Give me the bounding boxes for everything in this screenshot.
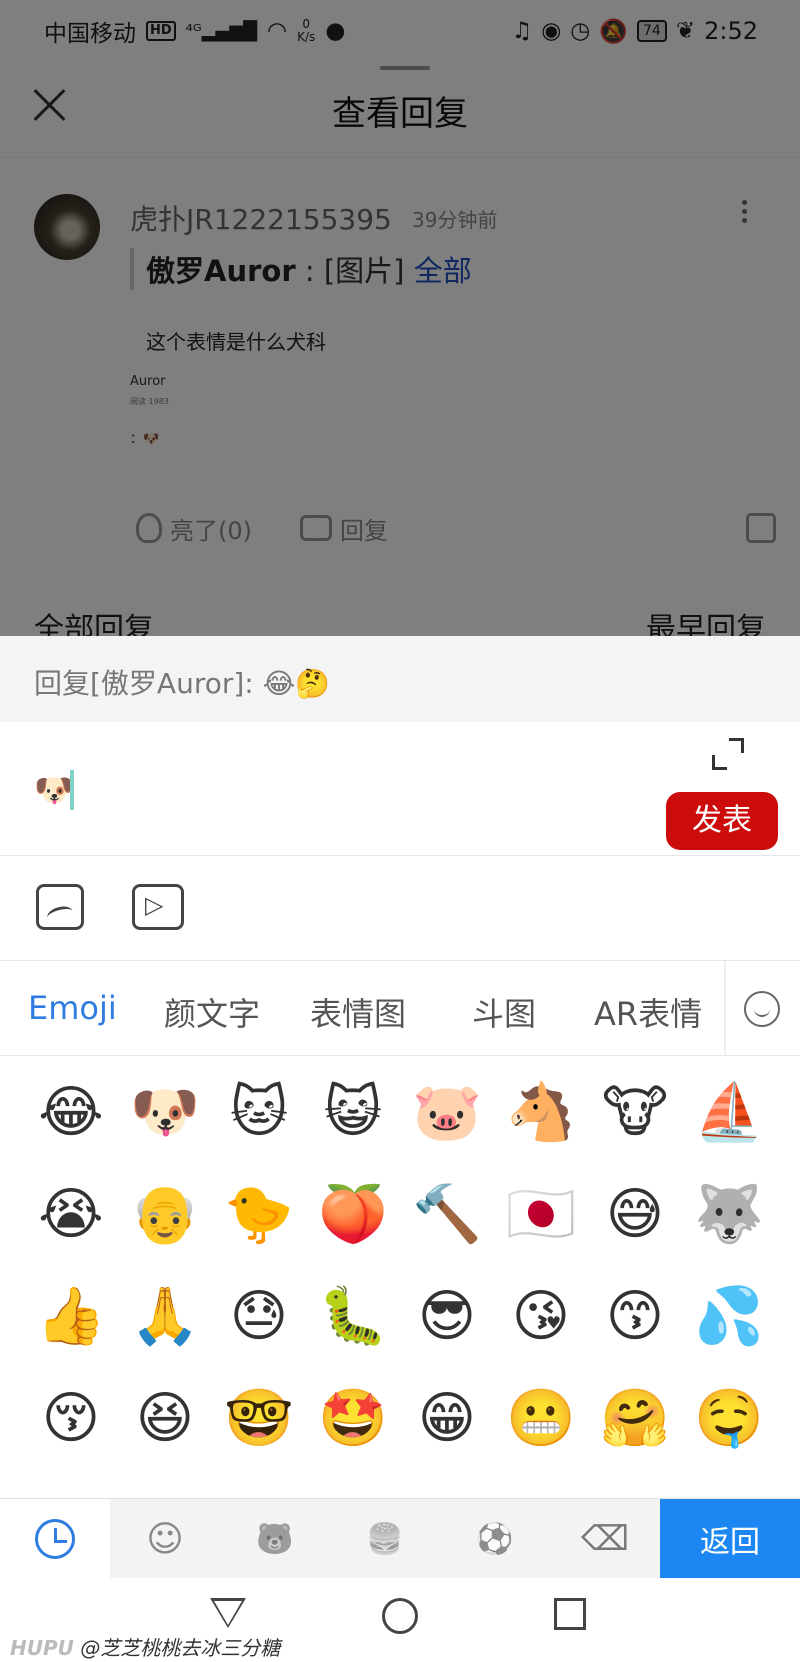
media-toolbar [0, 856, 800, 960]
tab-stickers[interactable]: 表情图 [310, 989, 406, 1035]
emoji-item[interactable]: 😙 [588, 1266, 682, 1368]
emoji-item[interactable]: 👴 [118, 1164, 212, 1266]
reply-target-label: 回复[傲罗Auror]: 😂🤔 [0, 636, 800, 722]
watermark-brand: HUPU [10, 1636, 74, 1660]
watermark-author: @芝芝桃桃去冰三分糖 [80, 1636, 281, 1660]
smile-icon[interactable] [744, 991, 780, 1027]
clock-icon [35, 1519, 75, 1559]
tab-meme[interactable]: 斗图 [472, 989, 536, 1035]
emoji-item[interactable]: 🙏 [118, 1266, 212, 1368]
emoji-item[interactable]: 👍 [24, 1266, 118, 1368]
text-cursor [70, 770, 74, 810]
emoji-item[interactable]: 🇯🇵 [494, 1164, 588, 1266]
input-content: 🐶 [34, 771, 74, 809]
emoji-item[interactable]: ⛵ [682, 1062, 776, 1164]
emoji-item[interactable]: 🐷 [400, 1062, 494, 1164]
emoji-item[interactable]: 🐤 [212, 1164, 306, 1266]
expand-icon[interactable] [712, 738, 744, 770]
emoji-item[interactable]: 😆 [118, 1368, 212, 1470]
smiley-icon: ☺ [146, 1518, 184, 1560]
tab-divider [724, 961, 726, 1057]
emoji-item[interactable]: 😂 [24, 1062, 118, 1164]
emoji-item[interactable]: 😎 [400, 1266, 494, 1368]
category-food[interactable]: 🍔 [330, 1499, 440, 1579]
nav-recents-icon[interactable] [554, 1598, 586, 1630]
backspace-icon: ⌫ [580, 1519, 630, 1559]
tab-ar-stickers[interactable]: AR表情 [594, 989, 702, 1035]
emoji-item[interactable]: 😺 [306, 1062, 400, 1164]
emoji-item[interactable]: 🐶 [118, 1062, 212, 1164]
bear-icon: 🐻 [256, 1521, 294, 1557]
emoji-item[interactable]: 😁 [400, 1368, 494, 1470]
emoji-category-bar: ☺ 🐻 🍔 ⚽ ⌫ 返回 [0, 1498, 800, 1579]
emoji-item[interactable]: 😅 [588, 1164, 682, 1266]
tab-kaomoji[interactable]: 颜文字 [164, 989, 260, 1035]
emoji-item[interactable]: 😚 [24, 1368, 118, 1470]
emoji-item[interactable]: 🐺 [682, 1164, 776, 1266]
emoji-item[interactable]: 🤩 [306, 1368, 400, 1470]
category-recent[interactable] [0, 1499, 110, 1579]
video-icon[interactable] [132, 884, 184, 930]
image-icon[interactable] [36, 884, 84, 930]
back-button[interactable]: 返回 [660, 1499, 800, 1579]
nav-back-icon[interactable] [210, 1598, 246, 1628]
watermark: HUPU @芝芝桃桃去冰三分糖 [10, 1632, 280, 1661]
reply-input[interactable]: 🐶 发表 [0, 722, 800, 856]
emoji-item[interactable]: 😓 [212, 1266, 306, 1368]
dim-overlay[interactable] [0, 0, 800, 636]
backspace-button[interactable]: ⌫ [550, 1499, 660, 1579]
category-smileys[interactable]: ☺ [110, 1499, 220, 1579]
emoji-item[interactable]: 😘 [494, 1266, 588, 1368]
send-button[interactable]: 发表 [666, 792, 778, 850]
emoji-grid: 😂 🐶 🐱 😺 🐷 🐴 🐮 ⛵ 😭 👴 🐤 🍑 🔨 🇯🇵 😅 🐺 👍 🙏 😓 🐛… [0, 1056, 800, 1498]
nav-home-icon[interactable] [382, 1598, 418, 1634]
emoji-item[interactable]: 🤗 [588, 1368, 682, 1470]
emoji-item[interactable]: 😬 [494, 1368, 588, 1470]
emoji-item[interactable]: 🔨 [400, 1164, 494, 1266]
emoji-item[interactable]: 🐮 [588, 1062, 682, 1164]
emoji-item[interactable]: 🤤 [682, 1368, 776, 1470]
emoji-item[interactable]: 🤓 [212, 1368, 306, 1470]
emoji-item[interactable]: 💦 [682, 1266, 776, 1368]
emoji-item[interactable]: 🐴 [494, 1062, 588, 1164]
emoji-item[interactable]: 😭 [24, 1164, 118, 1266]
tab-emoji[interactable]: Emoji [28, 989, 117, 1027]
category-animals[interactable]: 🐻 [220, 1499, 330, 1579]
emoji-tab-bar: Emoji 颜文字 表情图 斗图 AR表情 [0, 960, 800, 1057]
emoji-item[interactable]: 🍑 [306, 1164, 400, 1266]
category-sports[interactable]: ⚽ [440, 1499, 550, 1579]
emoji-item[interactable]: 🐛 [306, 1266, 400, 1368]
emoji-item[interactable]: 🐱 [212, 1062, 306, 1164]
food-icon: 🍔 [366, 1521, 404, 1557]
soccer-ball-icon: ⚽ [476, 1521, 514, 1557]
